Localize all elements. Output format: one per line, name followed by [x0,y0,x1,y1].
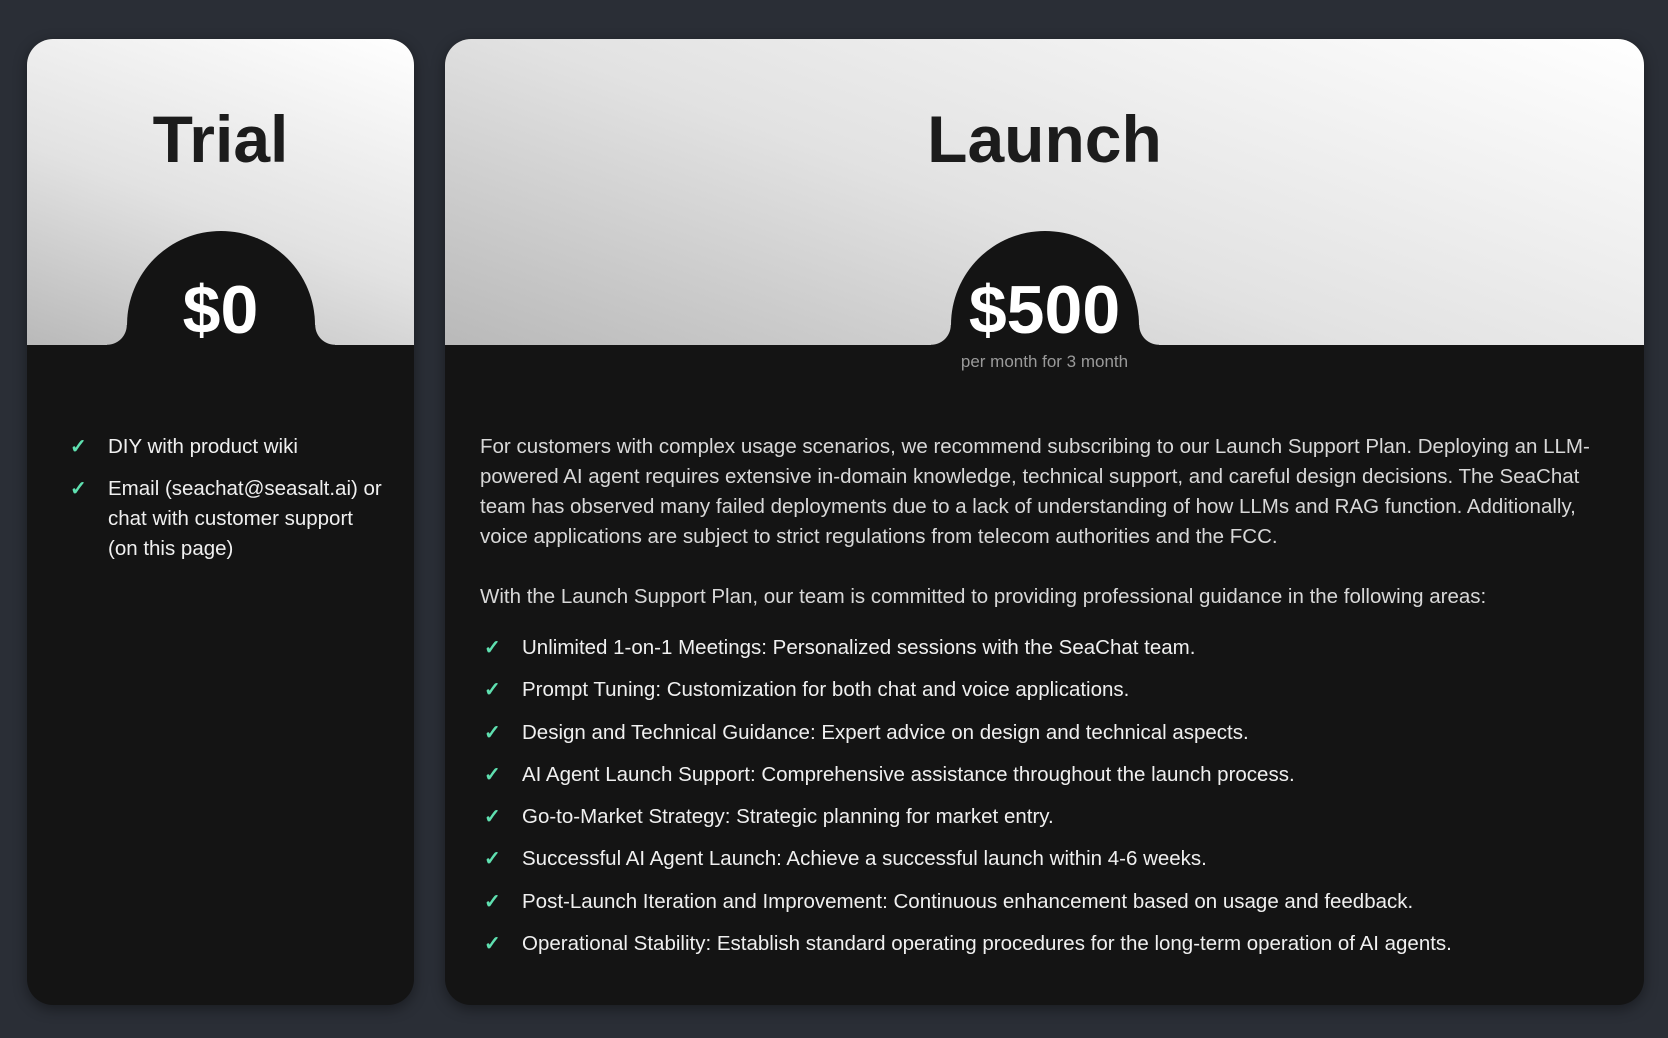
check-icon: ✓ [70,478,87,500]
check-icon: ✓ [484,637,501,659]
feature-item: ✓ Go-to-Market Strategy: Strategic planni… [480,802,1620,832]
plan-title: Trial [152,102,289,176]
feature-item: ✓ DIY with product wiki [66,432,386,462]
feature-item: ✓ Operational Stability: Establish standa… [480,929,1620,959]
trial-header: Trial $0 [27,39,414,348]
plan-intro: With the Launch Support Plan, our team i… [480,585,1487,608]
feature-item: ✓ Successful AI Agent Launch: Achieve a s… [480,844,1620,874]
trial-plan-card: Trial $0 ✓ DIY with product wiki ✓ Email (… [27,39,414,1005]
check-icon: ✓ [484,721,501,744]
feature-item: ✓ Email (seachat@seasalt.ai) or chat with… [66,474,386,564]
launch-header: Launch $500 [445,39,1644,348]
plan-description: For customers with complex usage scenari… [480,435,1590,548]
plan-price: $500 [968,272,1121,348]
feature-list: ✓ Unlimited 1-on-1 Meetings: Personalized… [480,633,1620,971]
launch-plan-card: Launch $500 per month for 3 month For cu… [445,39,1644,1005]
check-icon: ✓ [484,848,501,871]
feature-item: ✓ AI Agent Launch Support: Comprehensive … [480,760,1620,790]
plan-price: $0 [182,272,259,348]
check-icon: ✓ [484,679,501,702]
plan-title: Launch [927,102,1162,176]
price-note: per month for 3 month [960,352,1129,371]
check-icon: ✓ [484,933,501,956]
feature-item: ✓ Prompt Tuning: Customization for both c… [480,675,1620,705]
feature-list: ✓ DIY with product wiki ✓ Email (seachat@s… [66,432,386,576]
feature-item: ✓ Design and Technical Guidance: Expert a… [480,718,1620,748]
check-icon: ✓ [70,436,87,458]
check-icon: ✓ [484,763,501,786]
check-icon: ✓ [484,806,501,829]
check-icon: ✓ [484,890,501,913]
feature-item: ✓ Post-Launch Iteration and Improvement: … [480,887,1620,917]
feature-item: ✓ Unlimited 1-on-1 Meetings: Personalized… [480,633,1620,663]
